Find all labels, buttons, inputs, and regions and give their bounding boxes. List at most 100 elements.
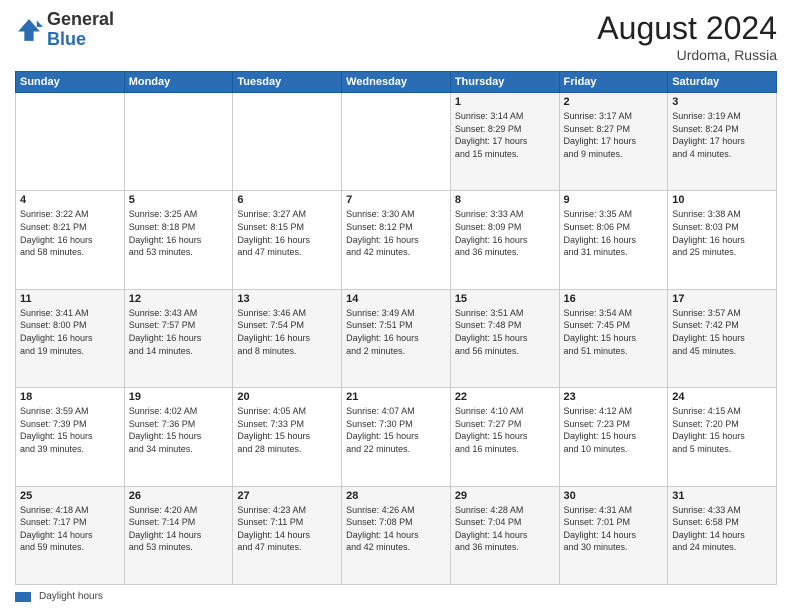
calendar-day-header: Tuesday xyxy=(233,72,342,93)
day-info: Sunrise: 3:54 AM Sunset: 7:45 PM Dayligh… xyxy=(564,307,664,357)
day-number: 24 xyxy=(672,391,772,403)
day-number: 4 xyxy=(20,194,120,206)
calendar-cell: 9 Sunrise: 3:35 AM Sunset: 8:06 PM Daylig… xyxy=(559,191,668,289)
logo-blue: Blue xyxy=(47,29,86,49)
calendar-cell: 18 Sunrise: 3:59 AM Sunset: 7:39 PM Dayli… xyxy=(16,388,125,486)
day-info: Sunrise: 4:26 AM Sunset: 7:08 PM Dayligh… xyxy=(346,504,446,554)
day-number: 19 xyxy=(129,391,229,403)
day-info: Sunrise: 3:22 AM Sunset: 8:21 PM Dayligh… xyxy=(20,208,120,258)
calendar-day-header: Friday xyxy=(559,72,668,93)
day-number: 13 xyxy=(237,293,337,305)
calendar-cell: 6Sunrise: 3:27 AM Sunset: 8:15 PM Daylig… xyxy=(233,191,342,289)
calendar-cell: 29Sunrise: 4:28 AM Sunset: 7:04 PM Dayli… xyxy=(450,486,559,584)
calendar-cell: 24Sunrise: 4:15 AM Sunset: 7:20 PM Dayli… xyxy=(668,388,777,486)
day-number: 18 xyxy=(20,391,120,403)
day-info: Sunrise: 4:12 AM Sunset: 7:23 PM Dayligh… xyxy=(564,405,664,455)
calendar-cell: 2 Sunrise: 3:17 AM Sunset: 8:27 PM Daylig… xyxy=(559,93,668,191)
day-number: 1 xyxy=(455,96,555,108)
logo-general: General xyxy=(47,9,114,29)
calendar-cell: 31 Sunrise: 4:33 AM Sunset: 6:58 PM Dayli… xyxy=(668,486,777,584)
day-number: 11 xyxy=(20,293,120,305)
daylight-swatch xyxy=(15,592,31,602)
day-number: 31 xyxy=(672,490,772,502)
calendar-week-row: 11 Sunrise: 3:41 AM Sunset: 8:00 PM Dayli… xyxy=(16,289,777,387)
day-info: Sunrise: 3:38 AM Sunset: 8:03 PM Dayligh… xyxy=(672,208,772,258)
calendar-cell: 12Sunrise: 3:43 AM Sunset: 7:57 PM Dayli… xyxy=(124,289,233,387)
calendar-cell: 19Sunrise: 4:02 AM Sunset: 7:36 PM Dayli… xyxy=(124,388,233,486)
logo-text: General Blue xyxy=(47,10,114,50)
page: General Blue August 2024 Urdoma, Russia … xyxy=(0,0,792,612)
header: General Blue August 2024 Urdoma, Russia xyxy=(15,10,777,63)
day-number: 21 xyxy=(346,391,446,403)
day-info: Sunrise: 4:05 AM Sunset: 7:33 PM Dayligh… xyxy=(237,405,337,455)
day-number: 28 xyxy=(346,490,446,502)
day-info: Sunrise: 4:31 AM Sunset: 7:01 PM Dayligh… xyxy=(564,504,664,554)
day-number: 10 xyxy=(672,194,772,206)
day-number: 3 xyxy=(672,96,772,108)
day-number: 5 xyxy=(129,194,229,206)
day-number: 30 xyxy=(564,490,664,502)
calendar-cell: 26Sunrise: 4:20 AM Sunset: 7:14 PM Dayli… xyxy=(124,486,233,584)
calendar-cell: 17Sunrise: 3:57 AM Sunset: 7:42 PM Dayli… xyxy=(668,289,777,387)
day-info: Sunrise: 4:10 AM Sunset: 7:27 PM Dayligh… xyxy=(455,405,555,455)
calendar-cell xyxy=(16,93,125,191)
calendar-cell: 23Sunrise: 4:12 AM Sunset: 7:23 PM Dayli… xyxy=(559,388,668,486)
calendar-cell: 20 Sunrise: 4:05 AM Sunset: 7:33 PM Dayli… xyxy=(233,388,342,486)
calendar-day-header: Wednesday xyxy=(342,72,451,93)
day-number: 27 xyxy=(237,490,337,502)
calendar-cell: 8 Sunrise: 3:33 AM Sunset: 8:09 PM Daylig… xyxy=(450,191,559,289)
day-info: Sunrise: 3:51 AM Sunset: 7:48 PM Dayligh… xyxy=(455,307,555,357)
day-info: Sunrise: 3:19 AM Sunset: 8:24 PM Dayligh… xyxy=(672,110,772,160)
day-info: Sunrise: 3:14 AM Sunset: 8:29 PM Dayligh… xyxy=(455,110,555,160)
calendar-cell: 25 Sunrise: 4:18 AM Sunset: 7:17 PM Dayli… xyxy=(16,486,125,584)
daylight-label: Daylight hours xyxy=(39,591,103,602)
calendar-table: SundayMondayTuesdayWednesdayThursdayFrid… xyxy=(15,71,777,585)
day-number: 2 xyxy=(564,96,664,108)
day-info: Sunrise: 3:57 AM Sunset: 7:42 PM Dayligh… xyxy=(672,307,772,357)
calendar-header-row: SundayMondayTuesdayWednesdayThursdayFrid… xyxy=(16,72,777,93)
calendar-cell: 4 Sunrise: 3:22 AM Sunset: 8:21 PM Daylig… xyxy=(16,191,125,289)
calendar-day-header: Thursday xyxy=(450,72,559,93)
calendar-cell: 3 Sunrise: 3:19 AM Sunset: 8:24 PM Daylig… xyxy=(668,93,777,191)
day-info: Sunrise: 4:20 AM Sunset: 7:14 PM Dayligh… xyxy=(129,504,229,554)
day-number: 8 xyxy=(455,194,555,206)
calendar-week-row: 1 Sunrise: 3:14 AM Sunset: 8:29 PM Daylig… xyxy=(16,93,777,191)
calendar-cell: 21 Sunrise: 4:07 AM Sunset: 7:30 PM Dayli… xyxy=(342,388,451,486)
calendar-cell: 13Sunrise: 3:46 AM Sunset: 7:54 PM Dayli… xyxy=(233,289,342,387)
day-number: 7 xyxy=(346,194,446,206)
footer: Daylight hours xyxy=(15,591,777,602)
day-info: Sunrise: 3:17 AM Sunset: 8:27 PM Dayligh… xyxy=(564,110,664,160)
day-info: Sunrise: 3:25 AM Sunset: 8:18 PM Dayligh… xyxy=(129,208,229,258)
day-number: 9 xyxy=(564,194,664,206)
day-number: 25 xyxy=(20,490,120,502)
calendar-cell: 27Sunrise: 4:23 AM Sunset: 7:11 PM Dayli… xyxy=(233,486,342,584)
day-info: Sunrise: 4:18 AM Sunset: 7:17 PM Dayligh… xyxy=(20,504,120,554)
day-info: Sunrise: 4:28 AM Sunset: 7:04 PM Dayligh… xyxy=(455,504,555,554)
calendar-day-header: Monday xyxy=(124,72,233,93)
day-info: Sunrise: 3:30 AM Sunset: 8:12 PM Dayligh… xyxy=(346,208,446,258)
calendar-day-header: Saturday xyxy=(668,72,777,93)
day-info: Sunrise: 3:33 AM Sunset: 8:09 PM Dayligh… xyxy=(455,208,555,258)
day-number: 15 xyxy=(455,293,555,305)
calendar-cell: 30 Sunrise: 4:31 AM Sunset: 7:01 PM Dayli… xyxy=(559,486,668,584)
day-info: Sunrise: 3:59 AM Sunset: 7:39 PM Dayligh… xyxy=(20,405,120,455)
title-block: August 2024 Urdoma, Russia xyxy=(597,10,777,63)
calendar-cell: 28 Sunrise: 4:26 AM Sunset: 7:08 PM Dayli… xyxy=(342,486,451,584)
day-info: Sunrise: 4:33 AM Sunset: 6:58 PM Dayligh… xyxy=(672,504,772,554)
day-info: Sunrise: 3:43 AM Sunset: 7:57 PM Dayligh… xyxy=(129,307,229,357)
calendar-cell xyxy=(233,93,342,191)
month-title: August 2024 xyxy=(597,10,777,47)
day-info: Sunrise: 3:35 AM Sunset: 8:06 PM Dayligh… xyxy=(564,208,664,258)
calendar-day-header: Sunday xyxy=(16,72,125,93)
calendar-cell: 5 Sunrise: 3:25 AM Sunset: 8:18 PM Daylig… xyxy=(124,191,233,289)
calendar-week-row: 4 Sunrise: 3:22 AM Sunset: 8:21 PM Daylig… xyxy=(16,191,777,289)
day-info: Sunrise: 3:27 AM Sunset: 8:15 PM Dayligh… xyxy=(237,208,337,258)
day-number: 20 xyxy=(237,391,337,403)
day-info: Sunrise: 4:07 AM Sunset: 7:30 PM Dayligh… xyxy=(346,405,446,455)
calendar-cell: 22Sunrise: 4:10 AM Sunset: 7:27 PM Dayli… xyxy=(450,388,559,486)
location-subtitle: Urdoma, Russia xyxy=(597,47,777,63)
day-number: 16 xyxy=(564,293,664,305)
calendar-cell: 15 Sunrise: 3:51 AM Sunset: 7:48 PM Dayli… xyxy=(450,289,559,387)
calendar-cell: 11 Sunrise: 3:41 AM Sunset: 8:00 PM Dayli… xyxy=(16,289,125,387)
day-info: Sunrise: 3:41 AM Sunset: 8:00 PM Dayligh… xyxy=(20,307,120,357)
